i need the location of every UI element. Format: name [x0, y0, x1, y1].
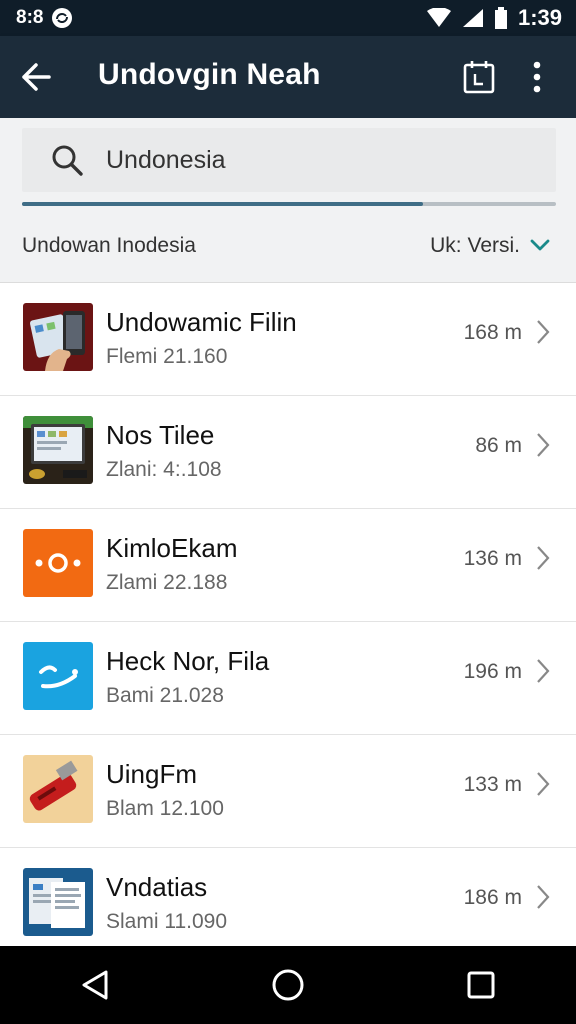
- chevron-right-icon: [536, 319, 550, 350]
- list-item[interactable]: KimloEkam Zlami 22.188 136 m: [0, 509, 576, 622]
- item-meta: Zlani: 4:.108: [106, 458, 222, 481]
- battery-icon: [494, 7, 508, 29]
- page-title: Undovgin Neah: [98, 58, 321, 91]
- nav-back-icon[interactable]: [80, 969, 110, 1001]
- sync-icon: [51, 7, 73, 29]
- item-name: Vndatias: [106, 872, 208, 902]
- list-item[interactable]: Heck Nor, Fila Bami 21.028 196 m: [0, 622, 576, 735]
- nav-home-icon[interactable]: [271, 968, 305, 1002]
- chevron-right-icon: [536, 545, 550, 576]
- item-meta: Flemi 21.160: [106, 345, 228, 368]
- chevron-right-icon: [536, 771, 550, 802]
- chevron-down-icon: [530, 234, 550, 258]
- item-size: 186 m: [463, 886, 522, 909]
- red-usb-icon: [23, 755, 93, 823]
- version-dropdown[interactable]: Uk: Versi.: [430, 234, 550, 258]
- item-name: UingFm: [106, 759, 198, 789]
- status-left-text: 8:8: [16, 7, 44, 28]
- version-label: Uk: Versi.: [430, 234, 520, 257]
- chevron-right-icon: [536, 658, 550, 689]
- item-name: Heck Nor, Fila: [106, 646, 270, 676]
- documents-icon: [23, 868, 93, 936]
- item-name: Undowamic Filin: [106, 307, 297, 337]
- list-item[interactable]: Vndatias Slami 11.090 186 m: [0, 848, 576, 961]
- item-size: 168 m: [463, 321, 522, 344]
- status-time: 1:39: [517, 5, 562, 30]
- desktop-screen-icon: [23, 416, 93, 484]
- list-item[interactable]: Nos Tilee Zlani: 4:.108 86 m: [0, 396, 576, 509]
- item-meta: Blam 12.100: [106, 797, 224, 820]
- item-meta: Bami 21.028: [106, 684, 224, 707]
- item-name: Nos Tilee: [106, 420, 215, 450]
- list-item[interactable]: UingFm Blam 12.100 133 m: [0, 735, 576, 848]
- item-size: 196 m: [463, 660, 522, 683]
- item-meta: Zlami 22.188: [106, 571, 228, 594]
- more-vert-icon[interactable]: [532, 60, 542, 99]
- wifi-icon: [426, 8, 452, 28]
- search-progress: [22, 202, 556, 206]
- app-bar: Undovgin Neah: [0, 36, 576, 118]
- item-name: KimloEkam: [106, 533, 238, 563]
- calendar-icon[interactable]: [463, 60, 495, 99]
- search-panel: Undowan Inodesia Uk: Versi.: [0, 118, 576, 283]
- item-size: 133 m: [463, 773, 522, 796]
- filter-row: Undowan Inodesia Uk: Versi.: [22, 228, 554, 264]
- orange-dots-icon: [23, 529, 93, 597]
- item-size: 86 m: [475, 434, 522, 457]
- item-size: 136 m: [463, 547, 522, 570]
- system-nav-bar: [0, 946, 576, 1024]
- chevron-right-icon: [536, 884, 550, 915]
- search-input[interactable]: [106, 145, 526, 175]
- blue-wave-icon: [23, 642, 93, 710]
- search-progress-fill: [22, 202, 423, 206]
- arrow-back-icon[interactable]: [20, 62, 52, 97]
- nav-recents-icon[interactable]: [466, 970, 496, 1000]
- app-list: Undowamic Filin Flemi 21.160 168 m Nos T…: [0, 283, 576, 961]
- status-bar: 8:8 1:39: [0, 0, 576, 36]
- signal-icon: [462, 8, 484, 28]
- status-right: 1:39: [426, 5, 562, 31]
- tablet-hand-icon: [23, 303, 93, 371]
- chevron-right-icon: [536, 432, 550, 463]
- item-meta: Slami 11.090: [106, 910, 228, 933]
- status-left: 8:8: [16, 7, 73, 29]
- filter-label: Undowan Inodesia: [22, 234, 196, 257]
- search-box[interactable]: [22, 128, 556, 192]
- list-item[interactable]: Undowamic Filin Flemi 21.160 168 m: [0, 283, 576, 396]
- search-icon[interactable]: [50, 143, 84, 177]
